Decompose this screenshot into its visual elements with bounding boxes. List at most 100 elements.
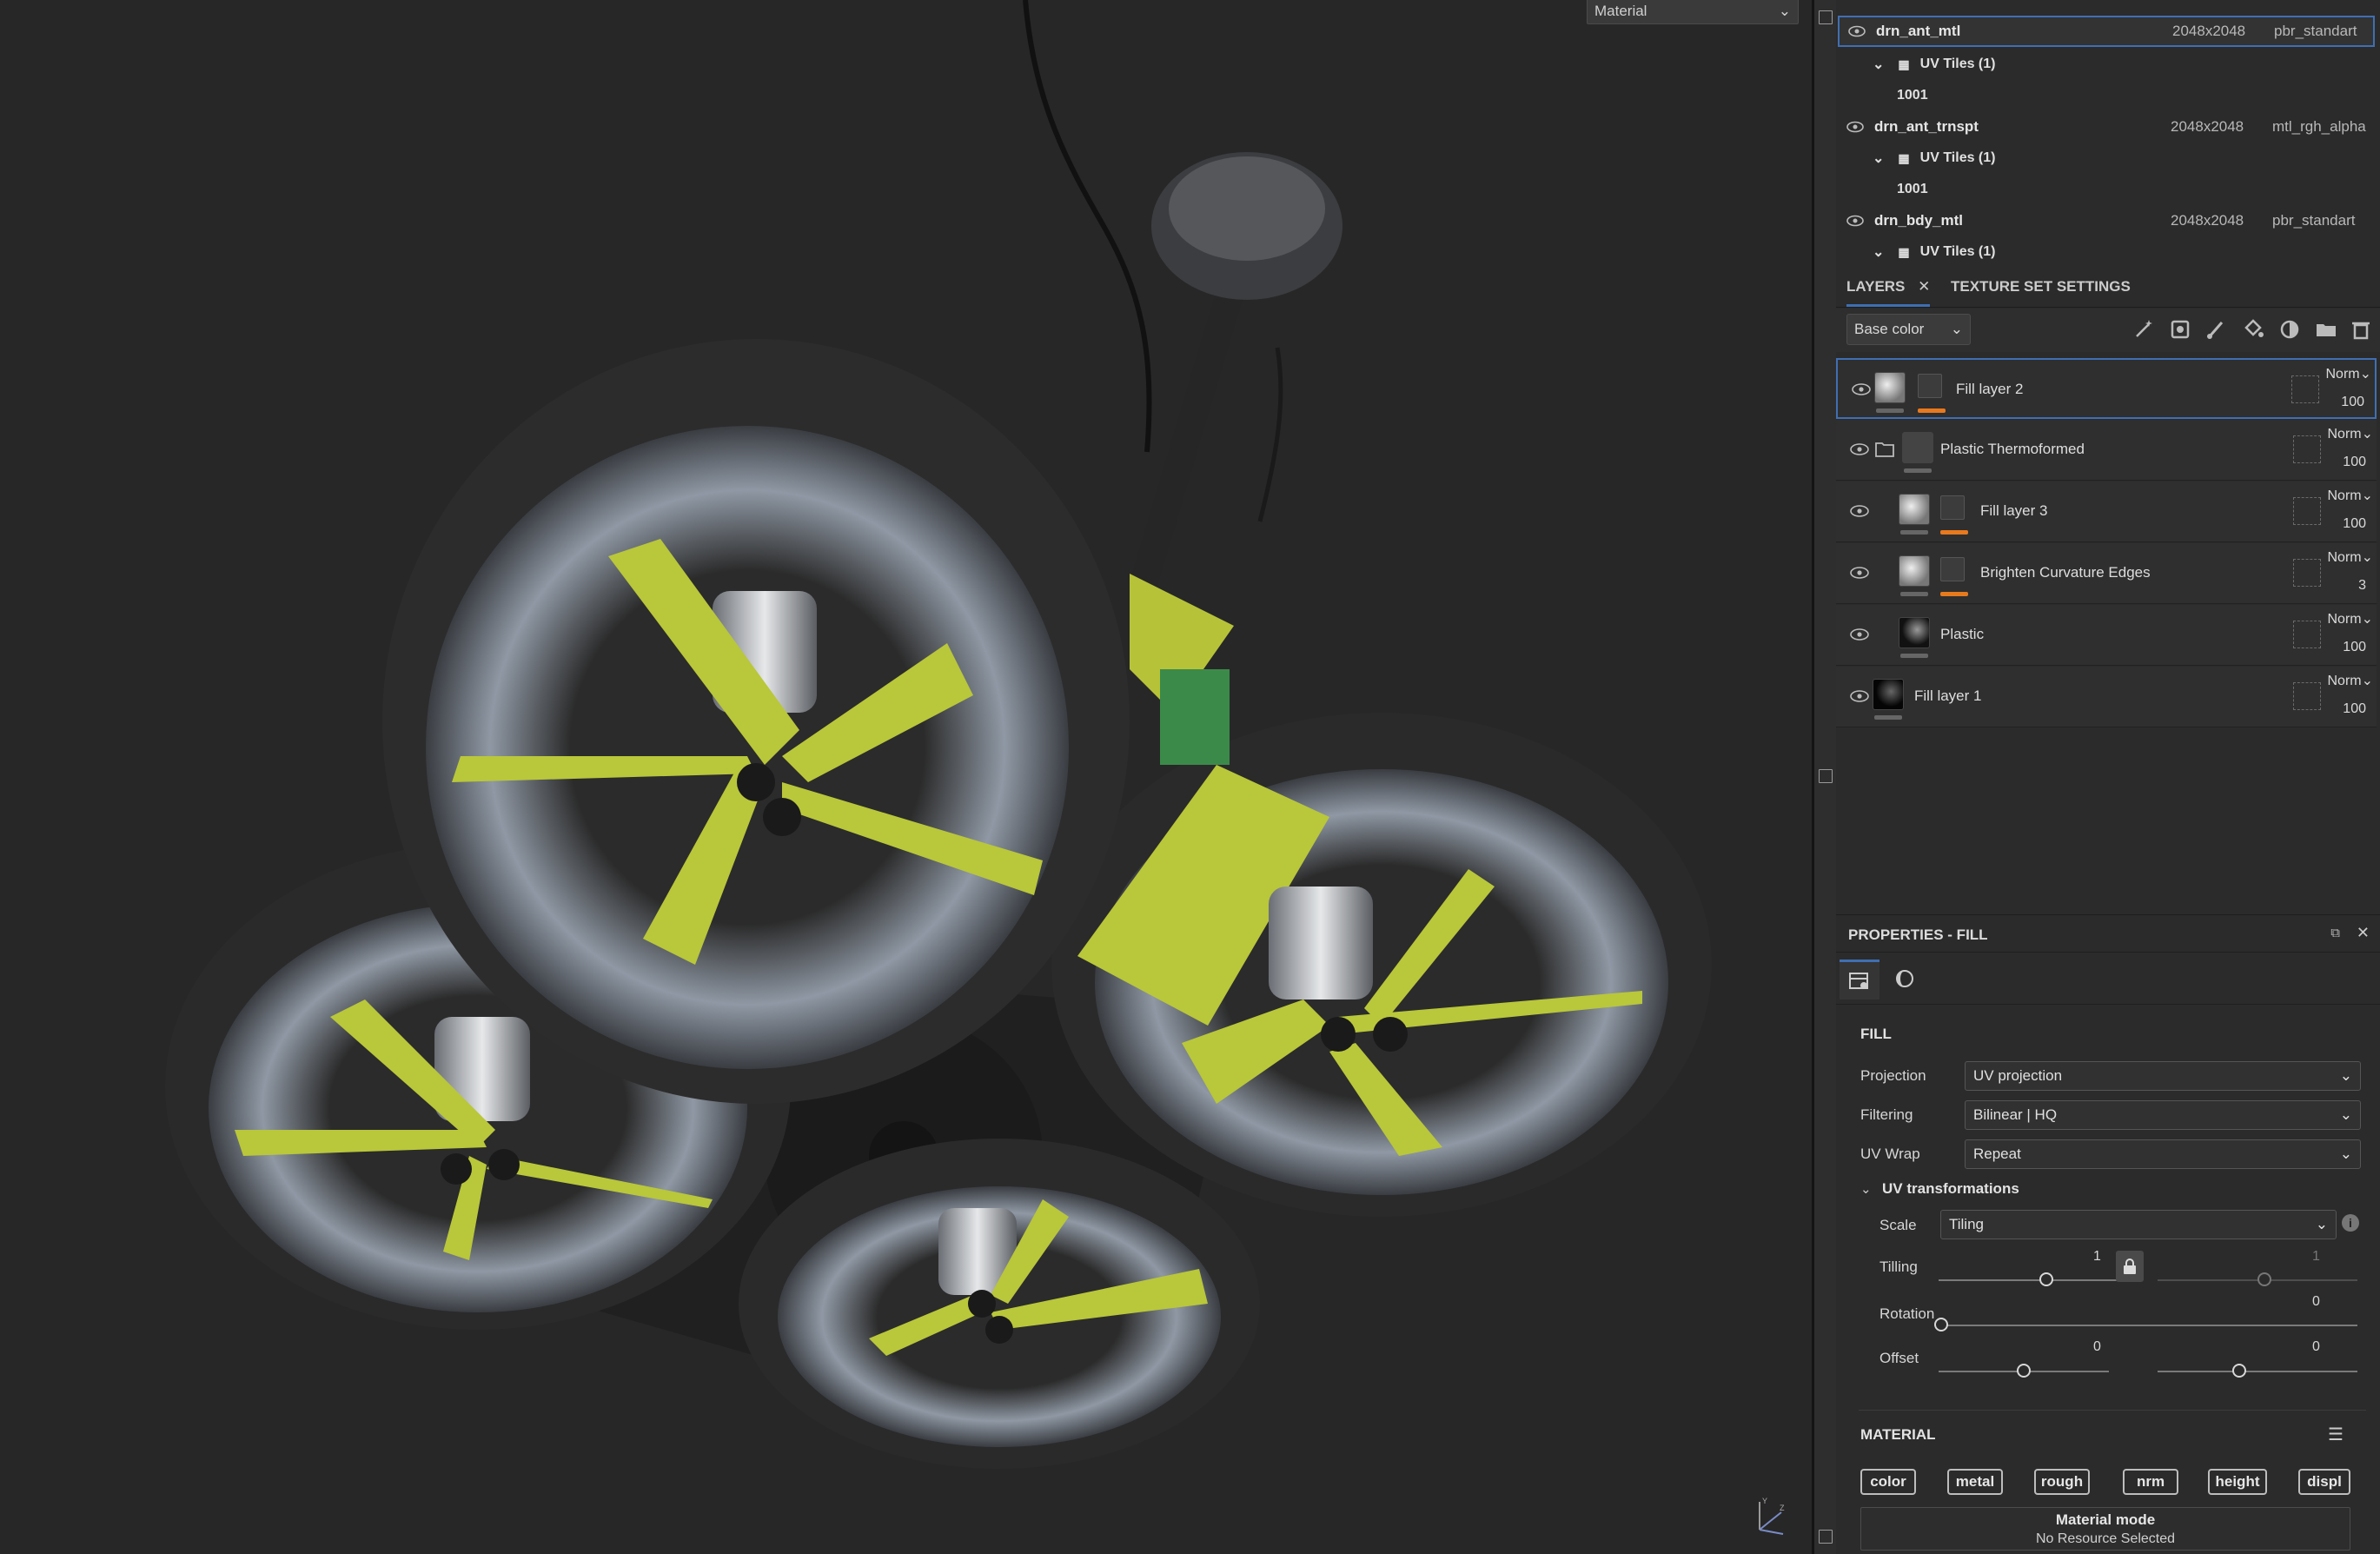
uv-transformations-toggle[interactable]: ⌄ UV transformations bbox=[1860, 1180, 2019, 1198]
brush-icon[interactable] bbox=[2204, 317, 2229, 342]
layer-opacity[interactable]: 100 bbox=[2341, 395, 2364, 410]
eye-icon[interactable] bbox=[1850, 443, 1869, 455]
layer-blend-mode[interactable]: Norm⌄ bbox=[2327, 425, 2373, 442]
layer-blend-mode[interactable]: Norm⌄ bbox=[2327, 487, 2373, 504]
scale-select[interactable]: Tiling ⌄ bbox=[1940, 1210, 2337, 1239]
add-mask-icon[interactable] bbox=[2168, 317, 2192, 342]
trash-icon[interactable] bbox=[2349, 317, 2373, 342]
texture-set-resolution: 2048x2048 bbox=[2171, 212, 2244, 229]
layer-opacity[interactable]: 100 bbox=[2343, 701, 2366, 717]
mask-thumbnail[interactable] bbox=[1940, 557, 1965, 581]
tiling-slider-v-handle[interactable] bbox=[2257, 1272, 2271, 1286]
layer-thumbnail[interactable] bbox=[1899, 494, 1930, 525]
eye-icon[interactable] bbox=[1846, 121, 1864, 133]
eye-icon[interactable] bbox=[1848, 25, 1866, 37]
rotation-value[interactable]: 0 bbox=[2312, 1294, 2320, 1310]
uv-tiles-row[interactable]: ⌄ ▦ UV Tiles (1) bbox=[1838, 143, 2375, 174]
mask-thumbnail[interactable] bbox=[1918, 374, 1942, 398]
layer-thumbnail[interactable] bbox=[1902, 432, 1933, 463]
eye-icon[interactable] bbox=[1850, 628, 1869, 641]
collapse-top-icon[interactable] bbox=[1819, 10, 1833, 24]
3d-viewport[interactable]: Material ⌄ Y Z bbox=[0, 0, 1812, 1554]
uv-tile-row[interactable]: 1001 bbox=[1838, 80, 2375, 111]
texture-set-row[interactable]: drn_ant_trnspt 2048x2048 mtl_rgh_alpha bbox=[1838, 111, 2375, 143]
tab-material-settings[interactable] bbox=[1885, 960, 1925, 999]
layer-row[interactable]: Brighten Curvature Edges Norm⌄ 3 bbox=[1836, 543, 2377, 604]
fill-bucket-icon[interactable] bbox=[2241, 317, 2265, 342]
channel-label: height bbox=[2215, 1473, 2260, 1490]
channel-select[interactable]: Base color ⌄ bbox=[1846, 314, 1971, 345]
material-mode-slot[interactable]: Material mode No Resource Selected bbox=[1860, 1507, 2350, 1551]
smart-material-icon[interactable] bbox=[2277, 317, 2302, 342]
popout-icon[interactable]: ⧉ bbox=[2330, 926, 2340, 940]
layer-row[interactable]: Plastic Thermoformed Norm⌄ 100 bbox=[1836, 420, 2377, 481]
layer-row[interactable]: Fill layer 1 Norm⌄ 100 bbox=[1836, 667, 2377, 727]
layer-thumbnail[interactable] bbox=[1899, 555, 1930, 587]
close-icon[interactable]: ✕ bbox=[1918, 278, 1930, 295]
chevron-down-icon[interactable]: ⌄ bbox=[1873, 243, 1884, 261]
channel-displ-button[interactable]: displ bbox=[2298, 1469, 2350, 1495]
folder-icon[interactable] bbox=[2314, 317, 2338, 342]
layer-opacity[interactable]: 100 bbox=[2343, 640, 2366, 655]
uv-tiles-row[interactable]: ⌄ ▦ UV Tiles (1) bbox=[1838, 49, 2375, 80]
offset-slider-u-handle[interactable] bbox=[2017, 1364, 2031, 1378]
collapse-middle-icon[interactable] bbox=[1819, 769, 1833, 783]
layer-opacity[interactable]: 3 bbox=[2358, 578, 2366, 594]
layer-blend-mode[interactable]: Norm⌄ bbox=[2327, 548, 2373, 566]
layer-row[interactable]: Fill layer 2 Norm⌄ 100 bbox=[1836, 358, 2377, 419]
eye-icon[interactable] bbox=[1850, 690, 1869, 702]
menu-icon[interactable]: ☰ bbox=[2328, 1424, 2344, 1445]
layer-thumbnail[interactable] bbox=[1874, 372, 1906, 403]
channel-rough-button[interactable]: rough bbox=[2034, 1469, 2090, 1495]
uvwrap-select[interactable]: Repeat ⌄ bbox=[1965, 1139, 2361, 1169]
uv-tiles-row[interactable]: ⌄ ▦ UV Tiles (1) bbox=[1838, 236, 2375, 268]
tab-texture-set-settings[interactable]: TEXTURE SET SETTINGS bbox=[1951, 278, 2131, 296]
uv-tile-row[interactable]: 1001 bbox=[1838, 174, 2375, 205]
viewport-display-select[interactable]: Material ⌄ bbox=[1587, 0, 1799, 24]
panel-splitter[interactable] bbox=[1812, 0, 1836, 1554]
eye-icon[interactable] bbox=[1852, 383, 1871, 395]
offset-slider-v[interactable] bbox=[2158, 1371, 2357, 1372]
layer-thumbnail[interactable] bbox=[1873, 679, 1904, 710]
rotation-slider-handle[interactable] bbox=[1934, 1318, 1948, 1332]
tab-layers[interactable]: LAYERS ✕ bbox=[1846, 278, 1931, 307]
eye-icon[interactable] bbox=[1846, 215, 1864, 227]
folder-icon[interactable] bbox=[1874, 441, 1895, 458]
layer-thumbnail[interactable] bbox=[1899, 617, 1930, 648]
filtering-select[interactable]: Bilinear | HQ ⌄ bbox=[1965, 1100, 2361, 1130]
chevron-down-icon[interactable]: ⌄ bbox=[1873, 56, 1884, 73]
eye-icon[interactable] bbox=[1850, 505, 1869, 517]
layer-opacity[interactable]: 100 bbox=[2343, 455, 2366, 470]
channel-nrm-button[interactable]: nrm bbox=[2123, 1469, 2178, 1495]
texture-set-row[interactable]: drn_ant_mtl 2048x2048 pbr_standart bbox=[1838, 16, 2375, 47]
channel-color-button[interactable]: color bbox=[1860, 1469, 1916, 1495]
offset-value-v[interactable]: 0 bbox=[2312, 1339, 2320, 1355]
texture-set-row[interactable]: drn_bdy_mtl 2048x2048 pbr_standart bbox=[1838, 205, 2375, 236]
layer-opacity[interactable]: 100 bbox=[2343, 516, 2366, 532]
tiling-value-v[interactable]: 1 bbox=[2312, 1249, 2320, 1265]
projection-select[interactable]: UV projection ⌄ bbox=[1965, 1061, 2361, 1091]
close-icon[interactable]: ✕ bbox=[2357, 924, 2370, 942]
layer-blend-mode[interactable]: Norm⌄ bbox=[2325, 365, 2371, 382]
chevron-down-icon[interactable]: ⌄ bbox=[1873, 149, 1884, 167]
channel-metal-button[interactable]: metal bbox=[1947, 1469, 2003, 1495]
magic-wand-icon[interactable] bbox=[2131, 317, 2156, 342]
collapse-bottom-icon[interactable] bbox=[1819, 1530, 1833, 1544]
mask-thumbnail[interactable] bbox=[1940, 495, 1965, 520]
tiling-slider-u[interactable] bbox=[1939, 1279, 2138, 1281]
layer-blend-mode[interactable]: Norm⌄ bbox=[2327, 610, 2373, 628]
layer-row[interactable]: Fill layer 3 Norm⌄ 100 bbox=[1836, 481, 2377, 542]
offset-value-u[interactable]: 0 bbox=[2093, 1339, 2101, 1355]
tiling-slider-u-handle[interactable] bbox=[2039, 1272, 2053, 1286]
layer-name: Plastic bbox=[1940, 626, 1985, 642]
info-icon[interactable]: i bbox=[2342, 1214, 2359, 1232]
lock-button[interactable] bbox=[2116, 1251, 2144, 1282]
layer-row[interactable]: Plastic Norm⌄ 100 bbox=[1836, 605, 2377, 666]
rotation-slider[interactable] bbox=[1939, 1325, 2357, 1326]
tiling-value-u[interactable]: 1 bbox=[2093, 1249, 2101, 1265]
tab-fill-settings[interactable] bbox=[1840, 960, 1879, 999]
layer-blend-mode[interactable]: Norm⌄ bbox=[2327, 672, 2373, 689]
offset-slider-v-handle[interactable] bbox=[2232, 1364, 2246, 1378]
channel-height-button[interactable]: height bbox=[2208, 1469, 2267, 1495]
eye-icon[interactable] bbox=[1850, 567, 1869, 579]
